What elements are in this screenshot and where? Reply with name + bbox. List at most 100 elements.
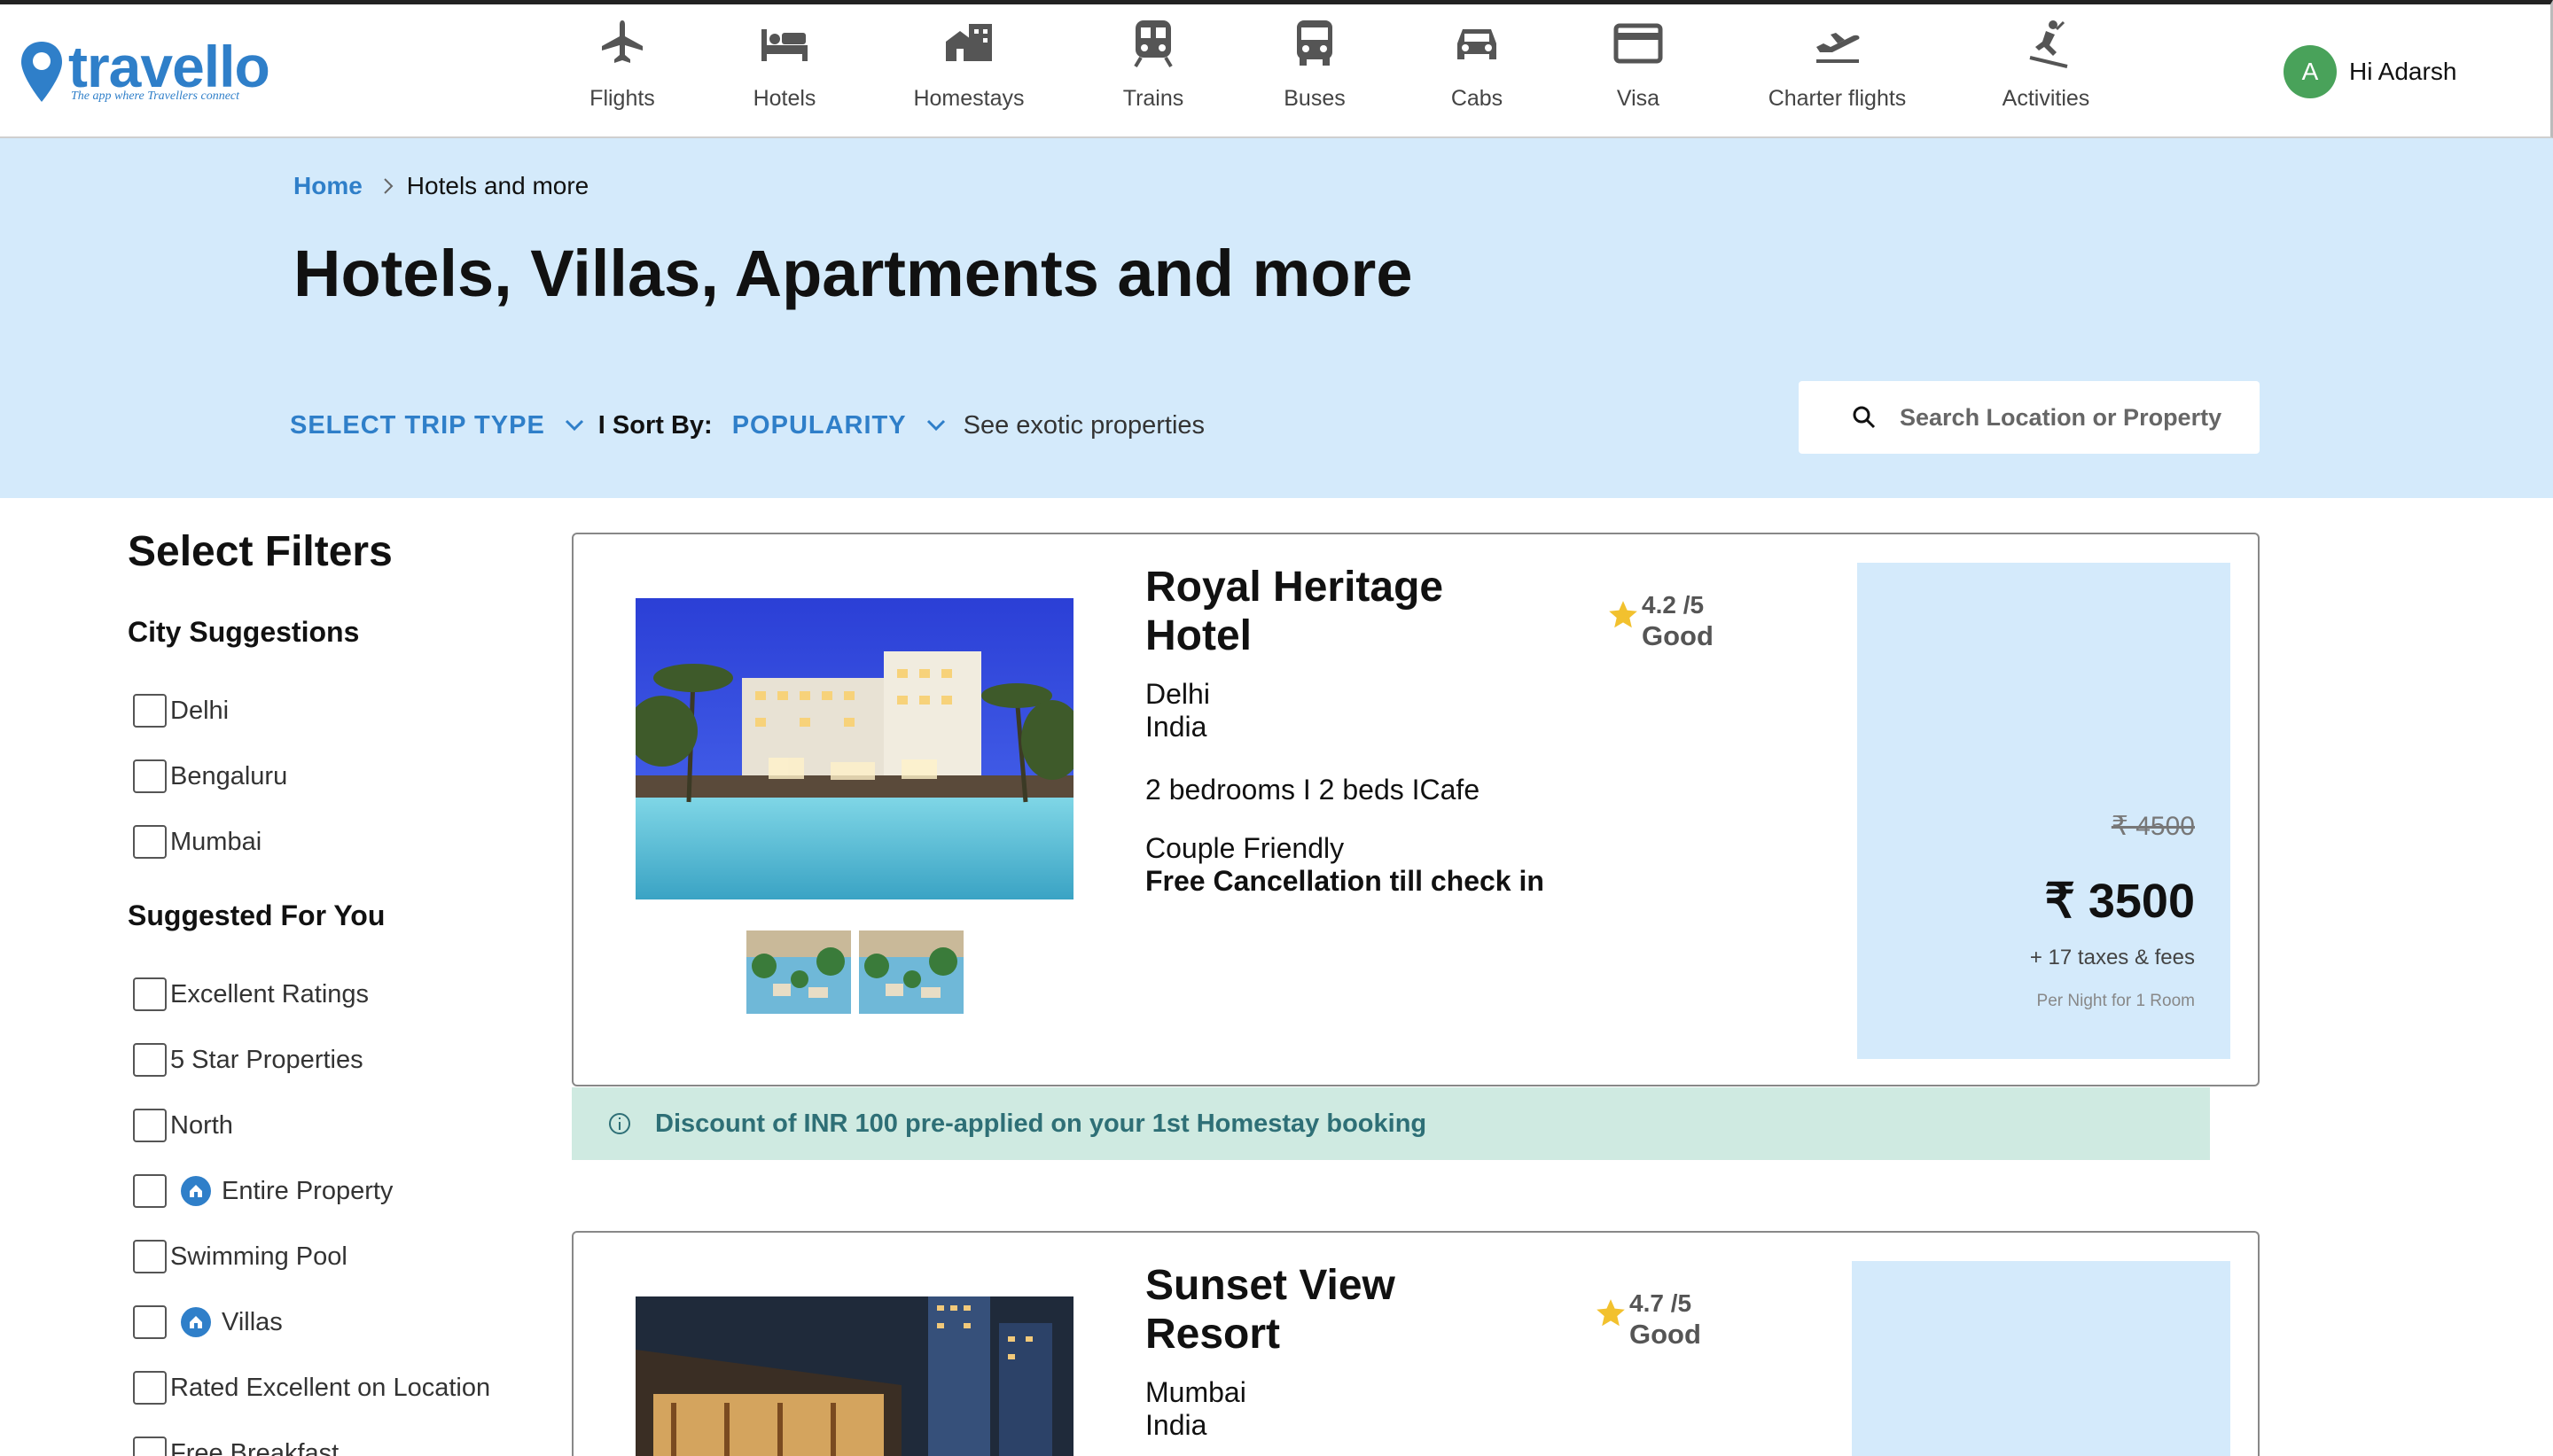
filter-label: Delhi (170, 696, 230, 725)
filter-label: Mumbai (170, 827, 262, 856)
exotic-properties-link[interactable]: See exotic properties (964, 411, 1205, 440)
filter-entire-property[interactable]: Entire Property (133, 1174, 393, 1208)
nav-visa[interactable]: Visa (1603, 17, 1674, 123)
location-pin-logo-icon (21, 42, 62, 102)
sort-dropdown[interactable]: POPULARITY (732, 411, 946, 440)
checkbox[interactable] (133, 825, 167, 859)
checkbox[interactable] (133, 1109, 167, 1142)
suggested-heading: Suggested For You (128, 899, 386, 931)
hotel-country: India (1145, 1409, 1207, 1441)
hotel-location: Mumbai India (1145, 1376, 1246, 1442)
car-icon (1457, 29, 1496, 59)
hero-banner: Home Hotels and more Hotels, Villas, Apa… (0, 138, 2553, 498)
nav-charter-flights[interactable]: Charter flights (1764, 17, 1910, 123)
filter-label: North (170, 1110, 233, 1140)
filter-5-star[interactable]: 5 Star Properties (133, 1043, 363, 1077)
bed-icon (761, 29, 808, 61)
checkbox[interactable] (133, 1043, 167, 1077)
checkbox[interactable] (133, 759, 167, 793)
skier-icon (2029, 20, 2068, 68)
checkbox[interactable] (133, 1371, 167, 1405)
hotel-card[interactable]: Sunset View Resort 4.7 /5 Good Mumbai In… (572, 1231, 2260, 1456)
filters-title: Select Filters (128, 528, 393, 575)
user-menu[interactable]: A Hi Adarsh (2284, 45, 2456, 98)
filter-excellent-ratings[interactable]: Excellent Ratings (133, 977, 369, 1011)
nav-label: Activities (2002, 86, 2090, 111)
nav-label: Cabs (1450, 86, 1503, 111)
nav-activities[interactable]: Activities (1993, 17, 2099, 123)
nav-label: Hotels (753, 86, 816, 111)
hotel-thumbnail[interactable] (859, 930, 964, 1014)
nav-label: Charter flights (1768, 86, 1907, 111)
checkbox[interactable] (133, 694, 167, 728)
trip-type-label: SELECT TRIP TYPE (290, 410, 545, 440)
couple-friendly-tag: Couple Friendly (1145, 832, 1345, 864)
nav-flights[interactable]: Flights (587, 17, 658, 123)
filters-panel: Select Filters City Suggestions Delhi Be… (128, 527, 553, 1456)
filter-city-delhi[interactable]: Delhi (133, 694, 229, 728)
search-input[interactable] (1900, 403, 2237, 432)
listing-controls: SELECT TRIP TYPE I Sort By: POPULARITY S… (290, 399, 1205, 452)
filter-label: Rated Excellent on Location (170, 1373, 491, 1402)
hotel-thumbnail[interactable] (746, 930, 851, 1014)
free-cancellation-text: Free Cancellation till check in (1145, 865, 1544, 897)
breadcrumb-home-link[interactable]: Home (293, 172, 363, 200)
rating-score: 4.7 /5 (1629, 1289, 1692, 1317)
filter-free-breakfast[interactable]: Free Breakfast (133, 1437, 339, 1456)
hotel-city: Mumbai (1145, 1376, 1246, 1408)
hotel-photo-image (636, 1296, 1074, 1456)
discount-banner: Discount of INR 100 pre-applied on your … (572, 1087, 2210, 1160)
checkbox[interactable] (133, 1240, 167, 1273)
travello-logo[interactable]: travello The app where Travellers connec… (20, 34, 285, 109)
hotel-city: Delhi (1145, 678, 1210, 710)
filter-label: Swimming Pool (170, 1242, 347, 1271)
filter-label: Excellent Ratings (170, 979, 370, 1008)
checkbox[interactable] (133, 1305, 167, 1339)
hotel-photo-image (636, 598, 1074, 899)
brand-tagline: The app where Travellers connect (71, 90, 240, 103)
hotel-card[interactable]: Royal Heritage Hotel 4.2 /5 Good Delhi I… (572, 533, 2260, 1086)
nav-trains[interactable]: Trains (1118, 17, 1189, 123)
filter-label: Bengaluru (170, 761, 288, 790)
top-navigation-bar: travello The app where Travellers connec… (0, 0, 2553, 138)
rating-score: 4.2 /5 (1642, 591, 1705, 619)
nav-hotels[interactable]: Hotels (749, 17, 820, 123)
hotel-rating: 4.7 /5 Good (1594, 1288, 1701, 1350)
hotel-location: Delhi India (1145, 678, 1210, 744)
checkbox[interactable] (133, 1437, 167, 1456)
trip-type-dropdown[interactable]: SELECT TRIP TYPE (290, 411, 584, 440)
homestay-icon (946, 24, 992, 61)
filter-rated-location[interactable]: Rated Excellent on Location (133, 1371, 490, 1405)
filter-villas[interactable]: Villas (133, 1305, 283, 1339)
train-icon (1134, 20, 1173, 68)
nav-label: Buses (1284, 86, 1346, 111)
page-title: Hotels, Villas, Apartments and more (293, 237, 1413, 310)
filter-north[interactable]: North (133, 1109, 233, 1142)
hotel-rating: 4.2 /5 Good (1606, 589, 1714, 651)
card-icon (1613, 23, 1663, 64)
hotel-name[interactable]: Sunset View Resort (1145, 1261, 1518, 1359)
nav-label: Flights (589, 86, 655, 111)
checkbox[interactable] (133, 1174, 167, 1208)
filter-label: Free Breakfast (170, 1438, 340, 1456)
hotel-photo[interactable] (636, 598, 1074, 899)
hotel-name[interactable]: Royal Heritage Hotel (1145, 563, 1518, 660)
hotel-photo[interactable] (636, 1296, 1074, 1456)
search-icon (1853, 406, 1876, 429)
thumbnail-image (859, 930, 964, 1014)
breadcrumb: Home Hotels and more (293, 172, 589, 200)
nav-cabs[interactable]: Cabs (1441, 17, 1512, 123)
filter-label: Villas (222, 1307, 283, 1336)
hotel-tags: Couple Friendly Free Cancellation till c… (1145, 832, 1544, 898)
nav-homestays[interactable]: Homestays (911, 17, 1027, 123)
info-icon (609, 1113, 630, 1134)
taxes-fees: + 17 taxes & fees (2029, 946, 2195, 969)
filter-city-bengaluru[interactable]: Bengaluru (133, 759, 287, 793)
search-box (1799, 381, 2260, 454)
checkbox[interactable] (133, 977, 167, 1011)
home-icon (181, 1307, 211, 1337)
plane-icon (602, 20, 643, 63)
filter-city-mumbai[interactable]: Mumbai (133, 825, 262, 859)
nav-buses[interactable]: Buses (1279, 17, 1350, 123)
filter-swimming-pool[interactable]: Swimming Pool (133, 1240, 347, 1273)
